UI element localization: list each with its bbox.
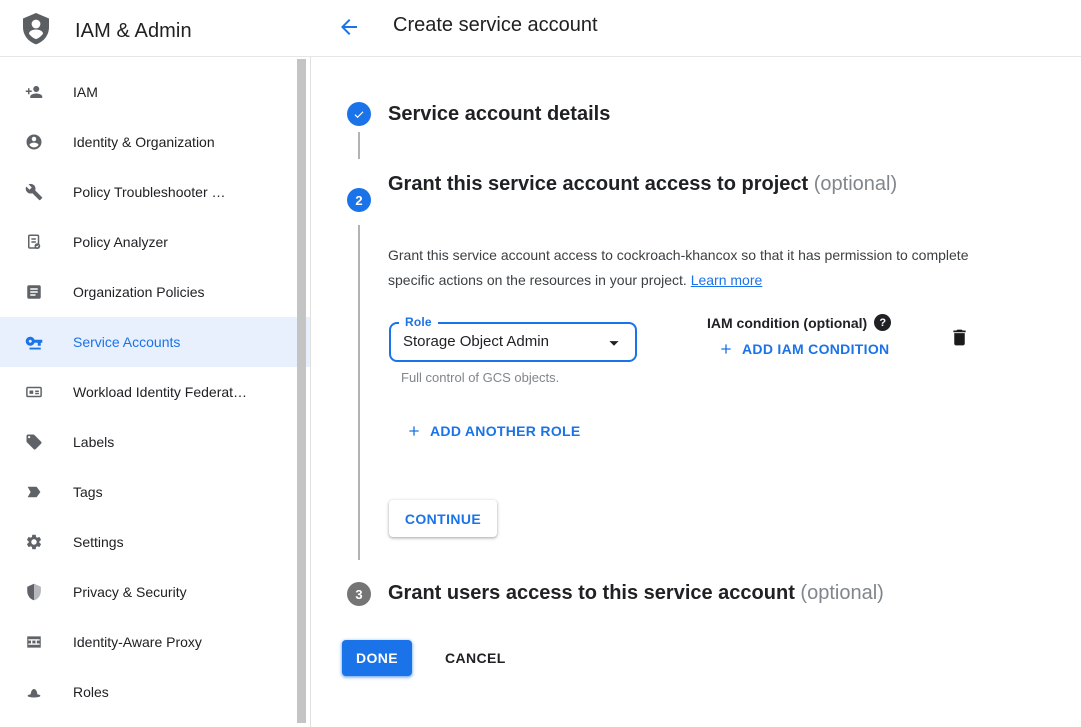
shield-half-icon	[25, 583, 43, 601]
sidebar-item-label: Roles	[73, 684, 109, 700]
sidebar-item-organization-policies[interactable]: Organization Policies	[0, 267, 310, 317]
step2-number-badge: 2	[347, 188, 371, 212]
account-circle-icon	[25, 133, 43, 151]
sidebar-item-identity-organization[interactable]: Identity & Organization	[0, 117, 310, 167]
sidebar-item-label: Privacy & Security	[73, 584, 187, 600]
step2-number: 2	[355, 193, 362, 208]
role-selected-value: Storage Object Admin	[403, 333, 549, 350]
article-icon	[25, 283, 43, 301]
sidebar-item-iam[interactable]: IAM	[0, 67, 310, 117]
sidebar-scrollbar[interactable]	[297, 59, 306, 723]
chevron-down-icon	[603, 332, 625, 359]
person-add-icon	[25, 83, 43, 101]
back-arrow-icon[interactable]	[335, 14, 363, 42]
sidebar-item-label: Identity & Organization	[73, 134, 215, 150]
done-button[interactable]: DONE	[342, 640, 412, 676]
sidebar-item-label: Settings	[73, 534, 124, 550]
sidebar-nav: IAM Identity & Organization Policy Troub…	[0, 57, 311, 727]
service-account-key-icon	[25, 333, 43, 351]
sidebar-item-label: Workload Identity Federat…	[73, 384, 247, 400]
sidebar-item-label: Service Accounts	[73, 334, 180, 350]
sidebar-item-policy-troubleshooter[interactable]: Policy Troubleshooter …	[0, 167, 310, 217]
product-block: IAM & Admin	[20, 12, 192, 51]
sidebar-item-labels[interactable]: Labels	[0, 417, 310, 467]
step-connector	[358, 132, 360, 159]
step3-title[interactable]: Grant users access to this service accou…	[388, 576, 1068, 610]
step2-title-text: Grant this service account access to pro…	[388, 173, 808, 195]
page-title: Create service account	[393, 14, 598, 37]
policy-document-icon	[25, 233, 43, 251]
step3-number-badge: 3	[347, 582, 371, 606]
step2-title: Grant this service account access to pro…	[388, 167, 1008, 201]
hat-icon	[25, 683, 43, 701]
sidebar-item-roles[interactable]: Roles	[0, 667, 310, 717]
step1-title[interactable]: Service account details	[388, 97, 610, 131]
step3-number: 3	[355, 587, 362, 602]
sidebar-item-label: Tags	[73, 484, 103, 500]
step2-optional-label: (optional)	[814, 173, 897, 195]
plus-icon	[718, 341, 734, 357]
footer-actions: DONE CANCEL	[342, 640, 506, 676]
sidebar-item-privacy-security[interactable]: Privacy & Security	[0, 567, 310, 617]
add-iam-condition-button[interactable]: ADD IAM CONDITION	[718, 341, 889, 357]
step-connector	[358, 225, 360, 560]
wrench-icon	[25, 183, 43, 201]
trash-icon[interactable]	[947, 327, 971, 351]
app-header: IAM & Admin Create service account	[0, 0, 1081, 57]
iam-condition-label: IAM condition (optional)	[707, 315, 867, 331]
plus-icon	[406, 423, 422, 439]
sidebar-item-tags[interactable]: Tags	[0, 467, 310, 517]
identity-card-icon	[25, 383, 43, 401]
tag-arrow-icon	[25, 483, 43, 501]
sidebar-item-settings[interactable]: Settings	[0, 517, 310, 567]
add-another-role-label: ADD ANOTHER ROLE	[430, 423, 581, 439]
product-title: IAM & Admin	[75, 20, 192, 43]
add-another-role-button[interactable]: ADD ANOTHER ROLE	[406, 423, 581, 439]
sidebar-item-policy-analyzer[interactable]: Policy Analyzer	[0, 217, 310, 267]
step2-description-text: Grant this service account access to coc…	[388, 247, 969, 288]
proxy-grid-icon	[25, 633, 43, 651]
help-icon[interactable]: ?	[874, 314, 891, 331]
role-helper-text: Full control of GCS objects.	[401, 370, 559, 385]
step1-complete-check-icon	[347, 102, 371, 126]
sidebar-item-label: Policy Troubleshooter …	[73, 184, 226, 200]
label-tag-icon	[25, 433, 43, 451]
sidebar-item-service-accounts[interactable]: Service Accounts	[0, 317, 310, 367]
sidebar-item-label: Identity-Aware Proxy	[73, 634, 202, 650]
shield-person-icon	[20, 12, 52, 51]
role-field-label: Role	[399, 315, 438, 329]
sidebar-item-identity-aware-proxy[interactable]: Identity-Aware Proxy	[0, 617, 310, 667]
create-service-account-form: Service account details 2 Grant this ser…	[311, 57, 1081, 727]
iam-condition-row: IAM condition (optional) ?	[707, 314, 891, 331]
gear-icon	[25, 533, 43, 551]
continue-button[interactable]: CONTINUE	[389, 500, 497, 537]
sidebar-item-label: IAM	[73, 84, 98, 100]
learn-more-link[interactable]: Learn more	[691, 272, 763, 288]
step2-description: Grant this service account access to coc…	[388, 243, 988, 293]
cancel-button[interactable]: CANCEL	[445, 650, 506, 666]
sidebar-item-label: Policy Analyzer	[73, 234, 168, 250]
sidebar-item-label: Organization Policies	[73, 284, 205, 300]
add-iam-condition-label: ADD IAM CONDITION	[742, 341, 889, 357]
step3-title-text: Grant users access to this service accou…	[388, 582, 795, 604]
role-select[interactable]: Role Storage Object Admin	[389, 322, 637, 362]
sidebar-item-workload-identity-federation[interactable]: Workload Identity Federat…	[0, 367, 310, 417]
sidebar-item-label: Labels	[73, 434, 114, 450]
step3-optional-label: (optional)	[800, 582, 883, 604]
